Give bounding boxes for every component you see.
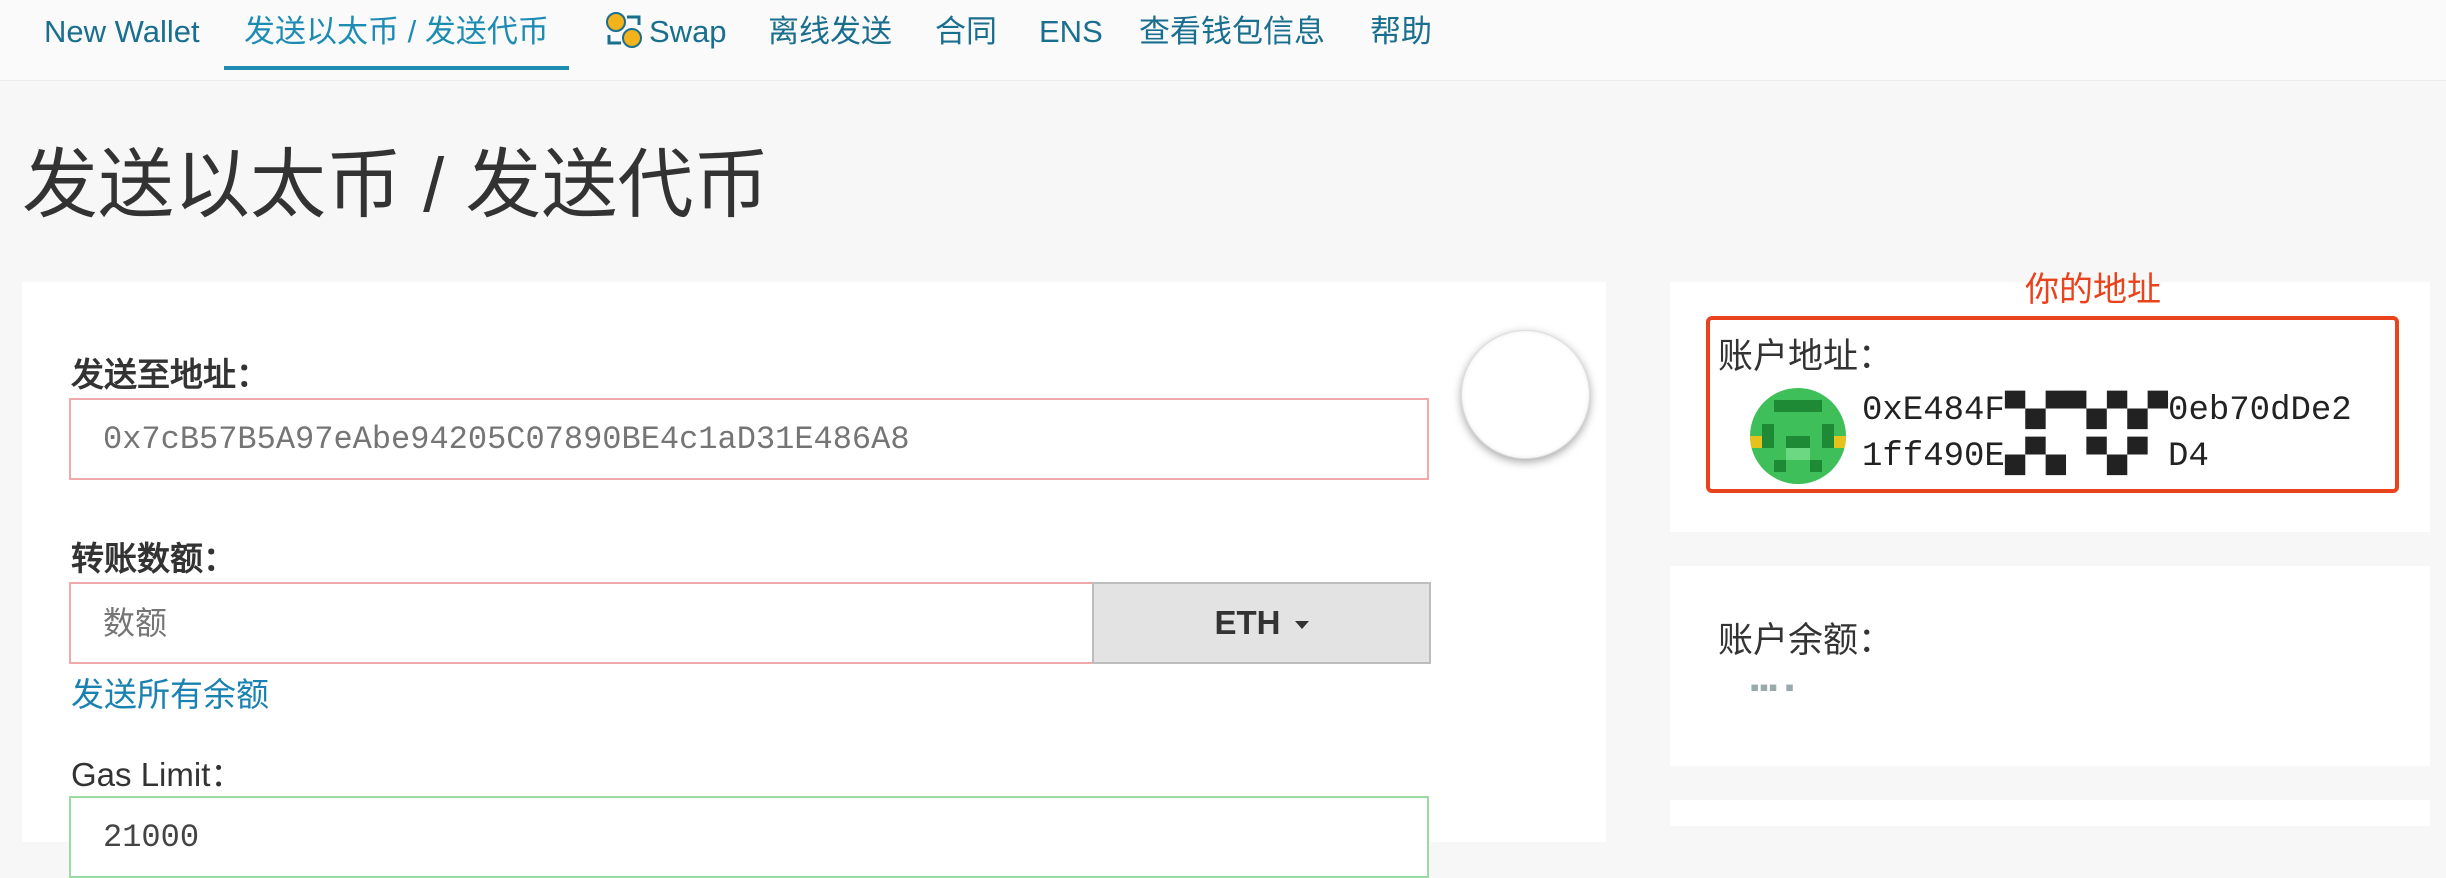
nav-help[interactable]: 帮助: [1370, 0, 1432, 66]
to-address-input[interactable]: [69, 398, 1429, 480]
gas-limit-label: Gas Limit：: [71, 756, 244, 793]
sidebar-next-card: [1670, 800, 2430, 826]
nav-contracts[interactable]: 合同: [935, 0, 997, 66]
gas-limit-input[interactable]: [69, 796, 1429, 878]
nav-swap[interactable]: Swap: [605, 0, 727, 66]
account-address-line-1: 0xE484F▀▄▀▀▄▀▄▀0eb70dDe2: [1862, 392, 2352, 430]
account-address-line-2: 1ff490E▄▀▄ ▀▄▀ D4: [1862, 438, 2209, 476]
to-address-label: 发送至地址：: [71, 356, 269, 393]
currency-dropdown[interactable]: ETH: [1092, 582, 1431, 664]
top-nav: New Wallet 发送以太币 / 发送代币 Swap 离线发送 合同 ENS…: [0, 0, 2446, 81]
swap-icon: [606, 11, 642, 48]
nav-view-wallet[interactable]: 查看钱包信息: [1139, 0, 1325, 66]
account-balance-label: 账户余额：: [1718, 621, 1894, 660]
address-identicon-placeholder: [1461, 330, 1590, 459]
account-address-label: 账户地址：: [1718, 337, 1894, 376]
nav-new-wallet[interactable]: New Wallet: [44, 0, 200, 66]
identicon: [1750, 388, 1846, 484]
nav-ens[interactable]: ENS: [1039, 0, 1103, 66]
caret-down-icon: [1294, 621, 1309, 630]
currency-label: ETH: [1214, 604, 1281, 641]
page-title: 发送以太币 / 发送代币: [22, 143, 770, 228]
account-balance-card: [1670, 566, 2430, 766]
nav-send[interactable]: 发送以太币 / 发送代币: [224, 0, 569, 70]
nav-offline[interactable]: 离线发送: [768, 0, 892, 66]
amount-input[interactable]: [69, 582, 1094, 664]
account-balance-value: ▪▪▪ ▪: [1750, 672, 1795, 702]
nav-swap-label: Swap: [649, 14, 727, 49]
send-all-balance-link[interactable]: 发送所有余额: [71, 668, 269, 716]
annotation-label: 你的地址: [2025, 271, 2161, 309]
amount-label: 转账数额：: [71, 540, 236, 577]
